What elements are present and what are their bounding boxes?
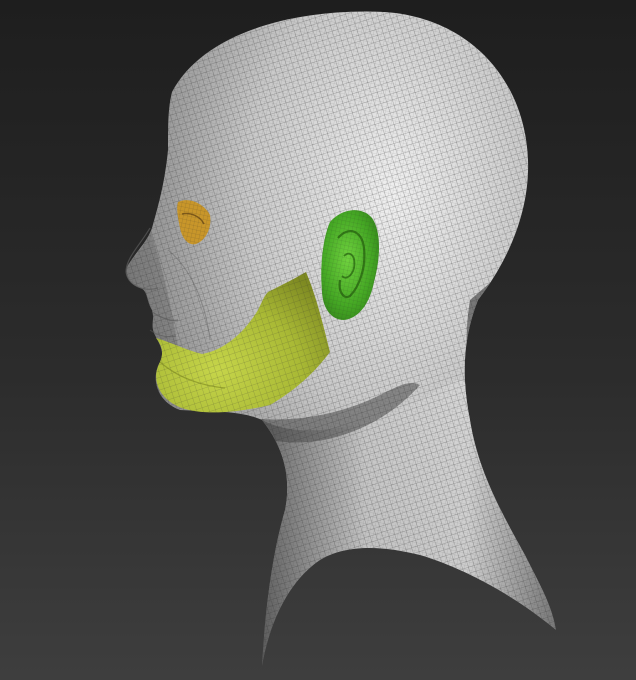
head-sculpt-render bbox=[0, 0, 636, 680]
3d-viewport[interactable] bbox=[0, 0, 636, 680]
